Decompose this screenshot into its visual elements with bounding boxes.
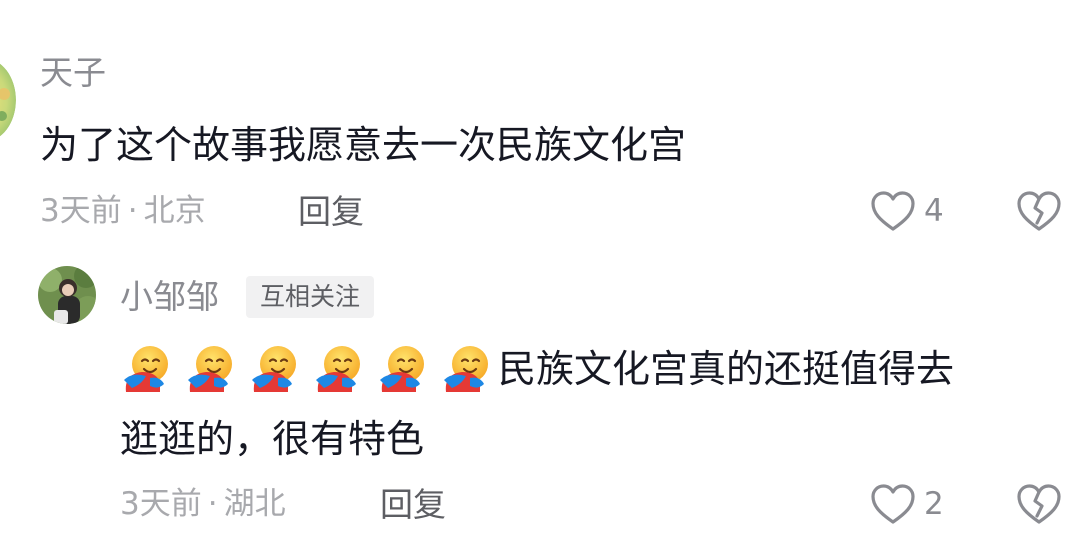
hugging-face-emoji [248, 342, 302, 396]
comment-text: 民族文化宫真的还挺值得去 [498, 347, 955, 391]
mutual-follow-badge: 互相关注 [246, 276, 375, 318]
dislike-button[interactable] [1016, 190, 1062, 232]
comment-thread: 天子 为了这个故事我愿意去一次民族文化宫 3天前 · 北京 回复 4 小邹邹 互相关… [0, 0, 1080, 552]
avatar[interactable] [38, 266, 96, 324]
comment-time: 3天前 [40, 193, 122, 229]
like-count: 2 [924, 485, 944, 522]
comment-meta: 3天前 · 北京 [40, 196, 206, 227]
reply-button[interactable]: 回复 [380, 488, 446, 521]
comment-text: 逛逛的，很有特色 [120, 417, 425, 461]
like-button[interactable]: 2 [870, 483, 944, 525]
emoji-group [120, 342, 498, 396]
hugging-face-emoji [376, 342, 430, 396]
broken-heart-icon [1017, 484, 1061, 524]
hugging-face-emoji [440, 342, 494, 396]
meta-separator: · [127, 193, 138, 229]
comment-text: 为了这个故事我愿意去一次民族文化宫 [40, 123, 687, 167]
comment-username[interactable]: 小邹邹 [120, 280, 219, 313]
hugging-face-emoji [184, 342, 238, 396]
like-button[interactable]: 4 [870, 190, 944, 232]
comment-meta: 3天前 · 湖北 [120, 489, 286, 520]
comment-username[interactable]: 天子 [40, 56, 106, 89]
hugging-face-emoji [120, 342, 174, 396]
reply-button[interactable]: 回复 [298, 195, 364, 228]
comment-location: 湖北 [223, 486, 286, 522]
dislike-button[interactable] [1016, 483, 1062, 525]
comment-text-line: 民族文化宫真的还挺值得去 [120, 345, 954, 393]
meta-separator: · [207, 486, 218, 522]
avatar[interactable] [0, 58, 16, 142]
heart-outline-icon [871, 191, 915, 231]
broken-heart-icon [1017, 191, 1061, 231]
like-count: 4 [924, 192, 944, 229]
comment-location: 北京 [143, 193, 206, 229]
heart-outline-icon [871, 484, 915, 524]
avatar-image [38, 266, 96, 324]
hugging-face-emoji [312, 342, 366, 396]
comment-time: 3天前 [120, 486, 202, 522]
avatar-image [0, 63, 16, 137]
